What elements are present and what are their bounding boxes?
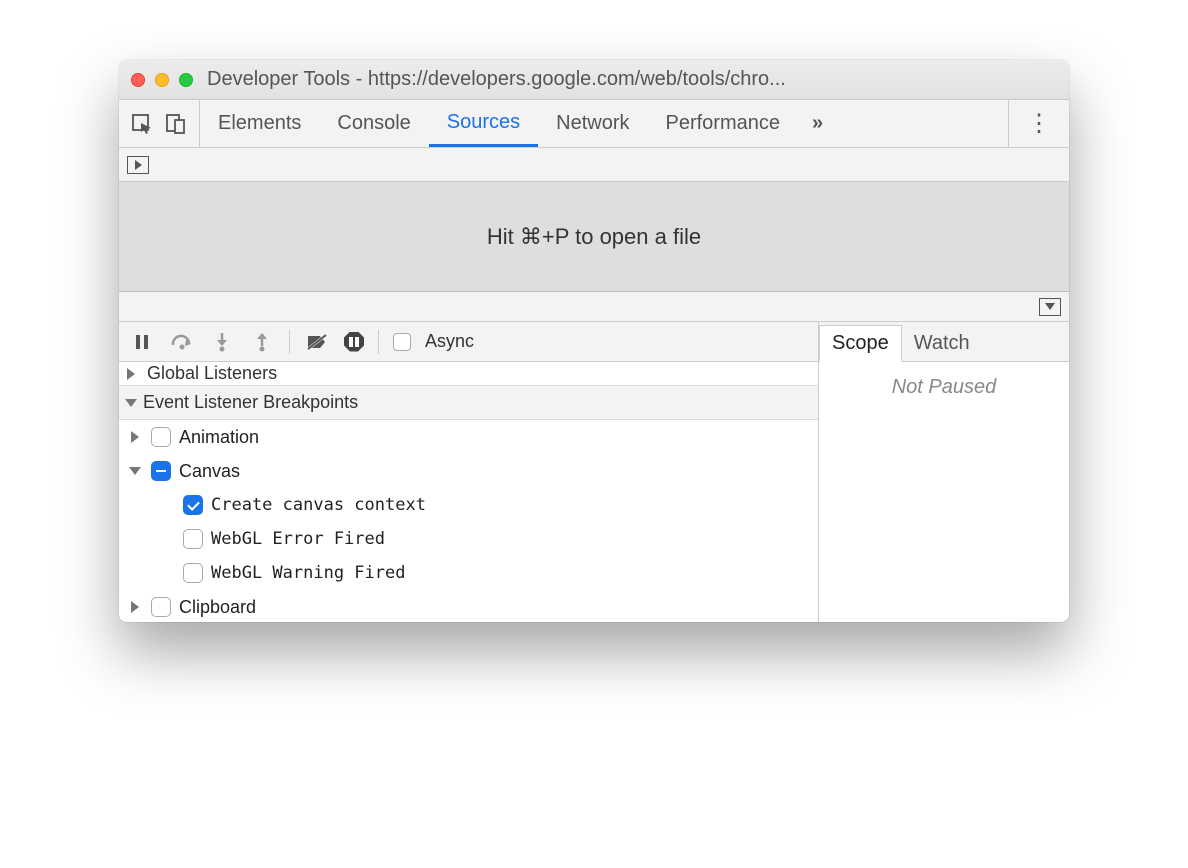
section-title: Event Listener Breakpoints bbox=[143, 392, 358, 413]
top-toolbar: Elements Console Sources Network Perform… bbox=[119, 100, 1069, 148]
chevron-right-icon bbox=[131, 431, 139, 443]
debugger-toolbar: Async bbox=[119, 322, 818, 362]
tab-scope[interactable]: Scope bbox=[819, 325, 902, 362]
debugger-left-pane: Async Global Listeners Event Listener Br… bbox=[119, 322, 819, 622]
open-file-hint: Hit ⌘+P to open a file bbox=[119, 182, 1069, 292]
category-label: Animation bbox=[179, 427, 259, 448]
close-button[interactable] bbox=[131, 73, 145, 87]
sources-subbar bbox=[119, 148, 1069, 182]
scope-pane: Scope Watch Not Paused bbox=[819, 322, 1069, 622]
section-global-listeners[interactable]: Global Listeners bbox=[119, 362, 818, 386]
separator bbox=[289, 330, 290, 354]
hint-text: Hit ⌘+P to open a file bbox=[487, 224, 701, 250]
maximize-button[interactable] bbox=[179, 73, 193, 87]
deactivate-breakpoints-icon[interactable] bbox=[304, 329, 330, 355]
device-toggle-icon[interactable] bbox=[163, 111, 189, 137]
breakpoint-label: WebGL Warning Fired bbox=[211, 563, 405, 583]
breakpoint-webgl-error-fired[interactable]: WebGL Error Fired bbox=[119, 522, 818, 556]
tab-performance[interactable]: Performance bbox=[648, 100, 799, 147]
scope-status: Not Paused bbox=[819, 362, 1069, 622]
breakpoint-tree: Animation Canvas Create canvas context bbox=[119, 420, 818, 622]
breakpoint-webgl-warning-fired[interactable]: WebGL Warning Fired bbox=[119, 556, 818, 590]
more-tabs-button[interactable]: » bbox=[798, 112, 837, 135]
devtools-window: Developer Tools - https://developers.goo… bbox=[119, 60, 1069, 622]
separator bbox=[378, 330, 379, 354]
settings-menu-button[interactable]: ⋮ bbox=[1008, 100, 1069, 147]
category-label: Clipboard bbox=[179, 597, 256, 618]
category-checkbox[interactable] bbox=[151, 597, 171, 617]
tab-network[interactable]: Network bbox=[538, 100, 647, 147]
titlebar: Developer Tools - https://developers.goo… bbox=[119, 60, 1069, 100]
chevron-down-icon bbox=[129, 467, 141, 475]
navigator-toggle-icon[interactable] bbox=[127, 156, 149, 174]
toggle-debugger-icon[interactable] bbox=[1039, 298, 1061, 316]
breakpoint-label: WebGL Error Fired bbox=[211, 529, 385, 549]
section-event-listener-breakpoints[interactable]: Event Listener Breakpoints bbox=[119, 386, 818, 420]
async-checkbox[interactable] bbox=[393, 333, 411, 351]
step-out-icon[interactable] bbox=[249, 329, 275, 355]
category-checkbox[interactable] bbox=[151, 427, 171, 447]
async-label: Async bbox=[425, 331, 474, 352]
element-picker-icon[interactable] bbox=[129, 111, 155, 137]
breakpoint-checkbox[interactable] bbox=[183, 563, 203, 583]
debugger-drawer-handle bbox=[119, 292, 1069, 322]
scope-status-text: Not Paused bbox=[892, 376, 997, 622]
breakpoint-label: Create canvas context bbox=[211, 495, 426, 515]
category-animation[interactable]: Animation bbox=[119, 420, 818, 454]
pause-icon[interactable] bbox=[129, 329, 155, 355]
section-label: Global Listeners bbox=[147, 363, 277, 384]
tab-watch[interactable]: Watch bbox=[902, 326, 982, 361]
inspect-controls bbox=[119, 100, 200, 147]
chevron-down-icon bbox=[125, 399, 137, 407]
scope-tabs: Scope Watch bbox=[819, 322, 1069, 362]
step-over-icon[interactable] bbox=[169, 329, 195, 355]
chevron-right-icon bbox=[131, 601, 139, 613]
category-canvas[interactable]: Canvas bbox=[119, 454, 818, 488]
tab-elements[interactable]: Elements bbox=[200, 100, 319, 147]
minimize-button[interactable] bbox=[155, 73, 169, 87]
tab-sources[interactable]: Sources bbox=[429, 100, 538, 147]
window-title: Developer Tools - https://developers.goo… bbox=[207, 68, 1057, 91]
breakpoint-create-canvas-context[interactable]: Create canvas context bbox=[119, 488, 818, 522]
breakpoint-checkbox[interactable] bbox=[183, 495, 203, 515]
category-checkbox[interactable] bbox=[151, 461, 171, 481]
step-into-icon[interactable] bbox=[209, 329, 235, 355]
debugger-panel: Async Global Listeners Event Listener Br… bbox=[119, 322, 1069, 622]
panel-tabs: Elements Console Sources Network Perform… bbox=[200, 100, 837, 147]
category-clipboard[interactable]: Clipboard bbox=[119, 590, 818, 622]
traffic-lights bbox=[131, 73, 193, 87]
breakpoint-checkbox[interactable] bbox=[183, 529, 203, 549]
tab-console[interactable]: Console bbox=[319, 100, 428, 147]
category-label: Canvas bbox=[179, 461, 240, 482]
pause-on-exceptions-icon[interactable] bbox=[344, 332, 364, 352]
chevron-right-icon bbox=[127, 368, 135, 380]
